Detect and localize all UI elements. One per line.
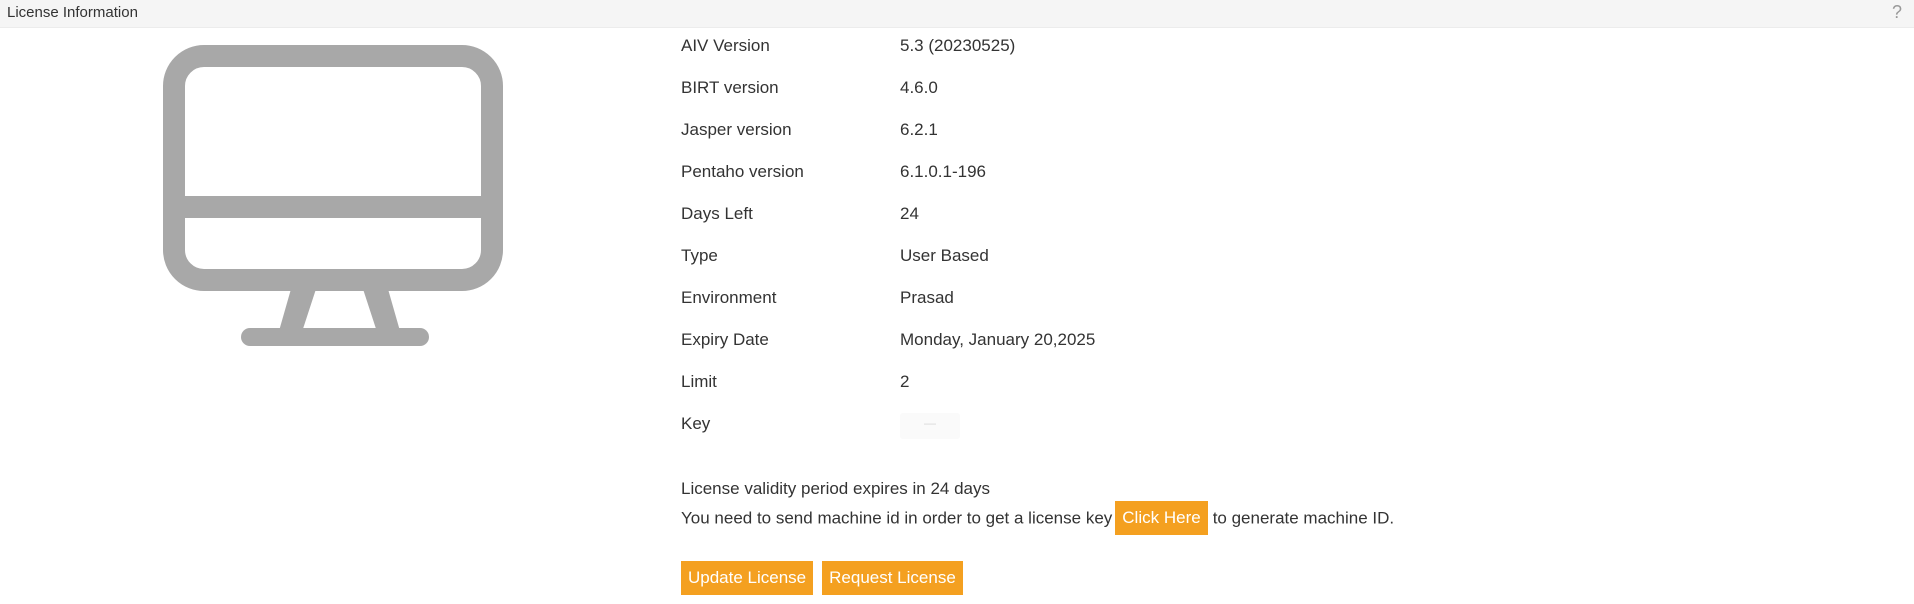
value-expiry-date: Monday, January 20,2025	[900, 330, 1096, 349]
machine-id-message: You need to send machine id in order to …	[681, 501, 1395, 535]
request-license-button[interactable]: Request License	[822, 561, 963, 595]
value-limit: 2	[900, 372, 910, 391]
update-license-button[interactable]: Update License	[681, 561, 814, 595]
machine-id-prefix: You need to send machine id in order to …	[681, 508, 1113, 528]
validity-message: License validity period expires in 24 da…	[681, 479, 991, 498]
label-limit: Limit	[681, 372, 717, 391]
machine-id-suffix: to generate machine ID.	[1212, 508, 1395, 528]
value-days-left: 24	[900, 204, 919, 223]
label-days-left: Days Left	[681, 204, 753, 223]
label-birt-version: BIRT version	[681, 78, 779, 97]
label-key: Key	[681, 414, 711, 433]
license-messages: License validity period expires in 24 da…	[681, 475, 1395, 535]
value-environment: Prasad	[900, 288, 954, 307]
help-icon[interactable]: ?	[1892, 2, 1902, 23]
monitor-icon	[160, 43, 520, 358]
label-aiv-version: AIV Version	[681, 36, 770, 55]
value-key: —	[900, 413, 960, 439]
value-birt-version: 4.6.0	[900, 78, 938, 97]
action-buttons: Update License Request License	[681, 561, 972, 595]
click-here-button[interactable]: Click Here	[1115, 501, 1208, 535]
title-bar: License Information ?	[0, 0, 1914, 28]
label-jasper-version: Jasper version	[681, 120, 792, 139]
value-type: User Based	[900, 246, 989, 265]
label-expiry-date: Expiry Date	[681, 330, 769, 349]
value-aiv-version: 5.3 (20230525)	[900, 36, 1016, 55]
label-pentaho-version: Pentaho version	[681, 162, 804, 181]
window-title: License Information	[7, 4, 138, 21]
value-jasper-version: 6.2.1	[900, 120, 938, 139]
label-environment: Environment	[681, 288, 777, 307]
value-pentaho-version: 6.1.0.1-196	[900, 162, 987, 181]
label-type: Type	[681, 246, 718, 265]
